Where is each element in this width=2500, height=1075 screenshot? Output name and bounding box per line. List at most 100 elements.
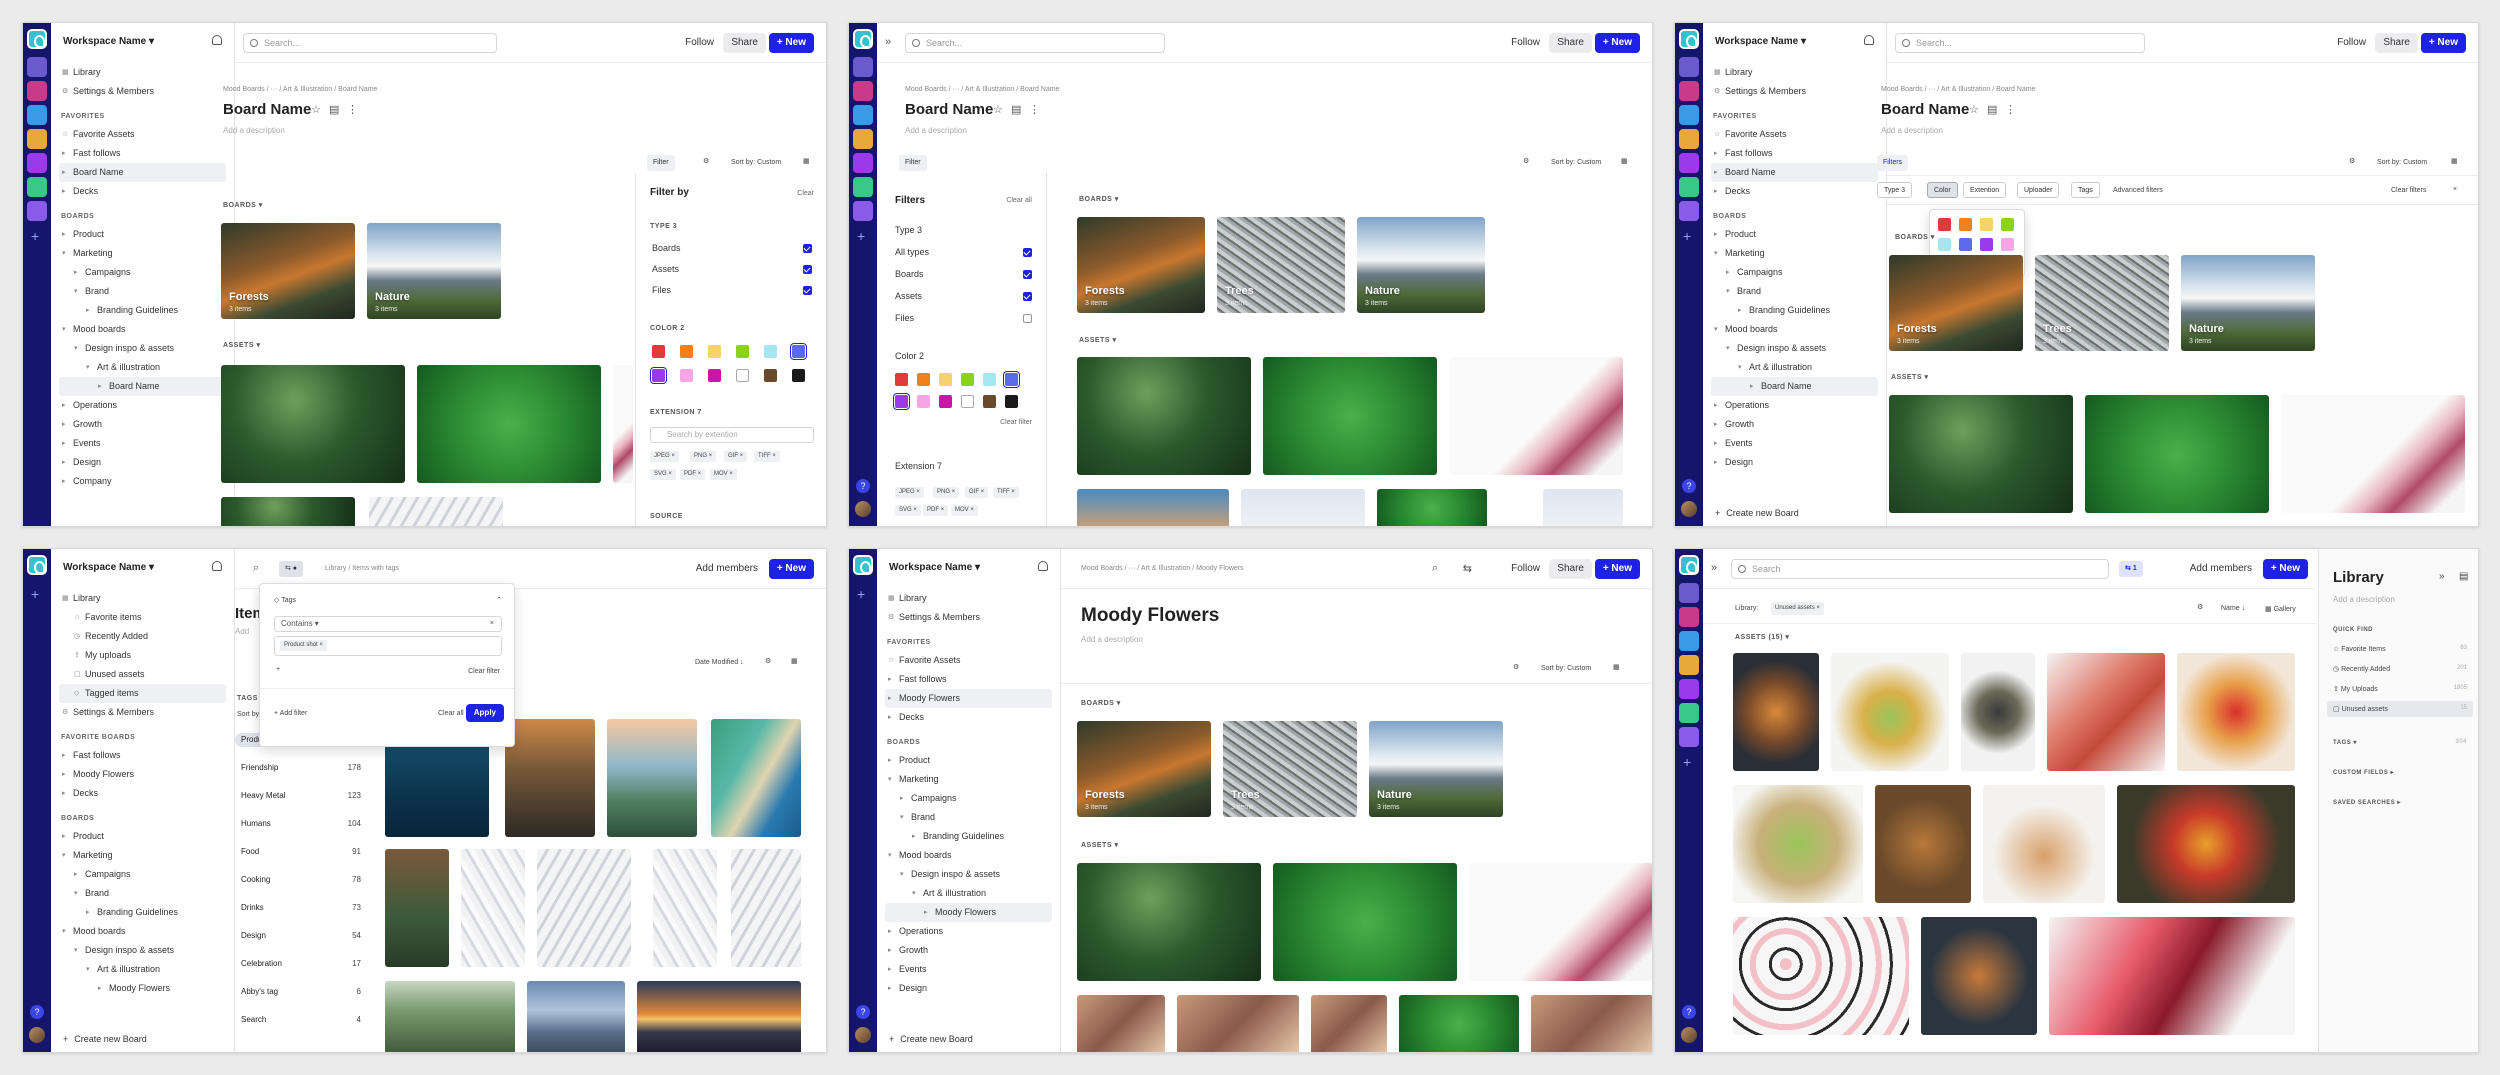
type-boards-checkbox[interactable] [1023, 270, 1032, 279]
ext-chip-png[interactable]: PNG × [690, 451, 717, 462]
workspace-switch-4[interactable] [1679, 655, 1699, 675]
unused-assets-chip[interactable]: Unused assets × [1771, 602, 1824, 615]
sidebar-item-marketing[interactable]: ▾ Marketing [1711, 244, 1878, 263]
sidebar-item-board-name[interactable]: ▸ Board Name [1711, 163, 1878, 182]
sidebar-item-my-uploads[interactable]: ⇪ My uploads [59, 646, 226, 665]
workspace-switch-4[interactable] [1679, 129, 1699, 149]
board-icon[interactable]: ▤ [1011, 103, 1021, 116]
workspace-switch-5[interactable] [853, 153, 873, 173]
asset-image[interactable] [385, 849, 449, 967]
tag-food[interactable]: Food [235, 845, 266, 859]
ext-chip-jpeg[interactable]: JPEG × [650, 451, 679, 462]
asset-image[interactable] [537, 849, 631, 967]
sort-by-label[interactable]: Sort by [237, 711, 259, 718]
workspace-switch-2[interactable] [1679, 81, 1699, 101]
boards-section-header[interactable]: BOARDS ▾ [1081, 699, 1121, 707]
extension-search-input[interactable]: Search by extention [650, 427, 814, 443]
sidebar-item-growth[interactable]: ▸ Growth [59, 415, 226, 434]
more-icon[interactable]: ⋮ [1029, 103, 1040, 116]
color-swatch-purple[interactable] [893, 393, 910, 410]
app-logo-icon[interactable] [27, 29, 47, 49]
color-swatch-magenta[interactable] [708, 369, 721, 382]
asset-image[interactable] [1543, 489, 1623, 526]
ext-chip-mov[interactable]: MOV × [951, 505, 978, 516]
tag-humans[interactable]: Humans [235, 817, 277, 831]
color-swatch-green[interactable] [736, 345, 749, 358]
sidebar-item-fast-follows[interactable]: ▸ Fast follows [59, 746, 226, 765]
app-logo-icon[interactable] [1679, 29, 1699, 49]
description[interactable]: Add a description [1881, 126, 1943, 135]
help-icon[interactable]: ? [856, 479, 870, 493]
create-new-board-button[interactable]: Create new Board [1715, 508, 1799, 518]
type-section[interactable]: TYPE 3 [650, 223, 677, 230]
settings-icon[interactable]: ⚙ [1513, 663, 1519, 671]
notifications-icon[interactable] [212, 35, 222, 45]
more-icon[interactable]: ⋮ [2005, 103, 2016, 116]
sidebar-item-board-name-nested[interactable]: ▸ Board Name [59, 377, 226, 396]
color-swatch-green[interactable] [961, 373, 974, 386]
type-assets-checkbox[interactable] [803, 265, 812, 274]
app-logo-icon[interactable] [1679, 555, 1699, 575]
workspace-switch-7[interactable] [1679, 201, 1699, 221]
view-toggle-icon[interactable]: ▦ [803, 157, 810, 165]
color-swatch-brown[interactable] [983, 395, 996, 408]
sidebar-item-moody-flowers[interactable]: ▸ Moody Flowers [59, 765, 226, 784]
workspace-switch-4[interactable] [27, 129, 47, 149]
star-icon[interactable]: ☆ [311, 103, 321, 116]
asset-image[interactable] [221, 497, 355, 526]
ext-chip-pdf[interactable]: PDF × [680, 469, 706, 480]
sidebar-item-decks[interactable]: ▸ Decks [1711, 182, 1878, 201]
sidebar-item-campaigns[interactable]: ▸ Campaigns [1711, 263, 1878, 282]
sidebar-item-mood-boards[interactable]: ▾ Mood boards [59, 320, 226, 339]
asset-image[interactable] [505, 719, 595, 837]
sidebar-item-mood-boards[interactable]: ▾ Mood boards [885, 846, 1052, 865]
asset-image[interactable] [1241, 489, 1365, 526]
extension-section[interactable]: EXTENSION 7 [650, 409, 702, 416]
asset-image[interactable] [1077, 863, 1261, 981]
settings-icon[interactable]: ⚙ [1523, 157, 1529, 165]
custom-fields-header[interactable]: CUSTOM FIELDS ▸ [2333, 769, 2394, 776]
board-icon[interactable]: ▤ [329, 103, 339, 116]
share-button[interactable]: Share [1549, 33, 1592, 53]
asset-image[interactable] [637, 981, 801, 1052]
asset-image[interactable] [1921, 917, 2037, 1035]
color-swatch-yellow[interactable] [708, 345, 721, 358]
search-input[interactable]: Search... [1895, 33, 2145, 53]
avatar[interactable] [855, 501, 871, 517]
asset-image[interactable] [1077, 489, 1229, 526]
workspace-switch-1[interactable] [27, 57, 47, 77]
add-value-icon[interactable]: + [276, 666, 280, 673]
color-swatch-blue[interactable] [1003, 371, 1020, 388]
tag-chip-product-shot[interactable]: Product shot × [280, 640, 327, 651]
sidebar-item-settings[interactable]: ⚙ Settings & Members [59, 82, 226, 101]
type-section[interactable]: Type 3 [895, 225, 922, 235]
description[interactable]: Add [235, 627, 249, 636]
search-input[interactable]: Search... [905, 33, 1165, 53]
follow-button[interactable]: Follow [1503, 559, 1548, 579]
view-toggle-icon[interactable]: ▦ [1613, 663, 1620, 671]
settings-icon[interactable]: ⚙ [703, 157, 709, 165]
clear-filters-link[interactable]: Clear filters [2391, 187, 2426, 194]
sidebar-item-branding-guidelines[interactable]: ▸ Branding Guidelines [885, 827, 1052, 846]
search-input[interactable]: Search... [243, 33, 497, 53]
new-button[interactable]: + New [768, 559, 814, 579]
sidebar-item-branding-guidelines[interactable]: ▸ Branding Guidelines [59, 903, 226, 922]
asset-image[interactable] [1263, 357, 1437, 475]
expand-sidebar-icon[interactable]: » [1711, 562, 1717, 574]
color-swatch-purple[interactable] [650, 367, 667, 384]
ext-chip-pdf[interactable]: PDF × [923, 505, 949, 516]
sidebar-item-settings[interactable]: ⚙ Settings & Members [59, 703, 226, 722]
sidebar-item-design-inspo[interactable]: ▾ Design inspo & assets [59, 941, 226, 960]
notifications-icon[interactable] [1864, 35, 1874, 45]
color-swatch-blue[interactable] [1959, 238, 1972, 251]
sidebar-item-design-inspo[interactable]: ▾ Design inspo & assets [885, 865, 1052, 884]
share-button[interactable]: Share [2375, 33, 2418, 53]
ext-chip-svg[interactable]: SVG × [650, 469, 676, 480]
asset-image[interactable] [653, 849, 717, 967]
avatar[interactable] [29, 1027, 45, 1043]
sidebar-item-brand[interactable]: ▾ Brand [885, 808, 1052, 827]
breadcrumb[interactable]: Mood Boards / ··· / Art & Illustration /… [1081, 565, 1244, 572]
board-tile-nature[interactable]: Nature 3 items [2181, 255, 2315, 351]
filter-chip-color[interactable]: Color [1927, 182, 1958, 198]
board-tile-forests[interactable]: Forests 3 items [1889, 255, 2023, 351]
